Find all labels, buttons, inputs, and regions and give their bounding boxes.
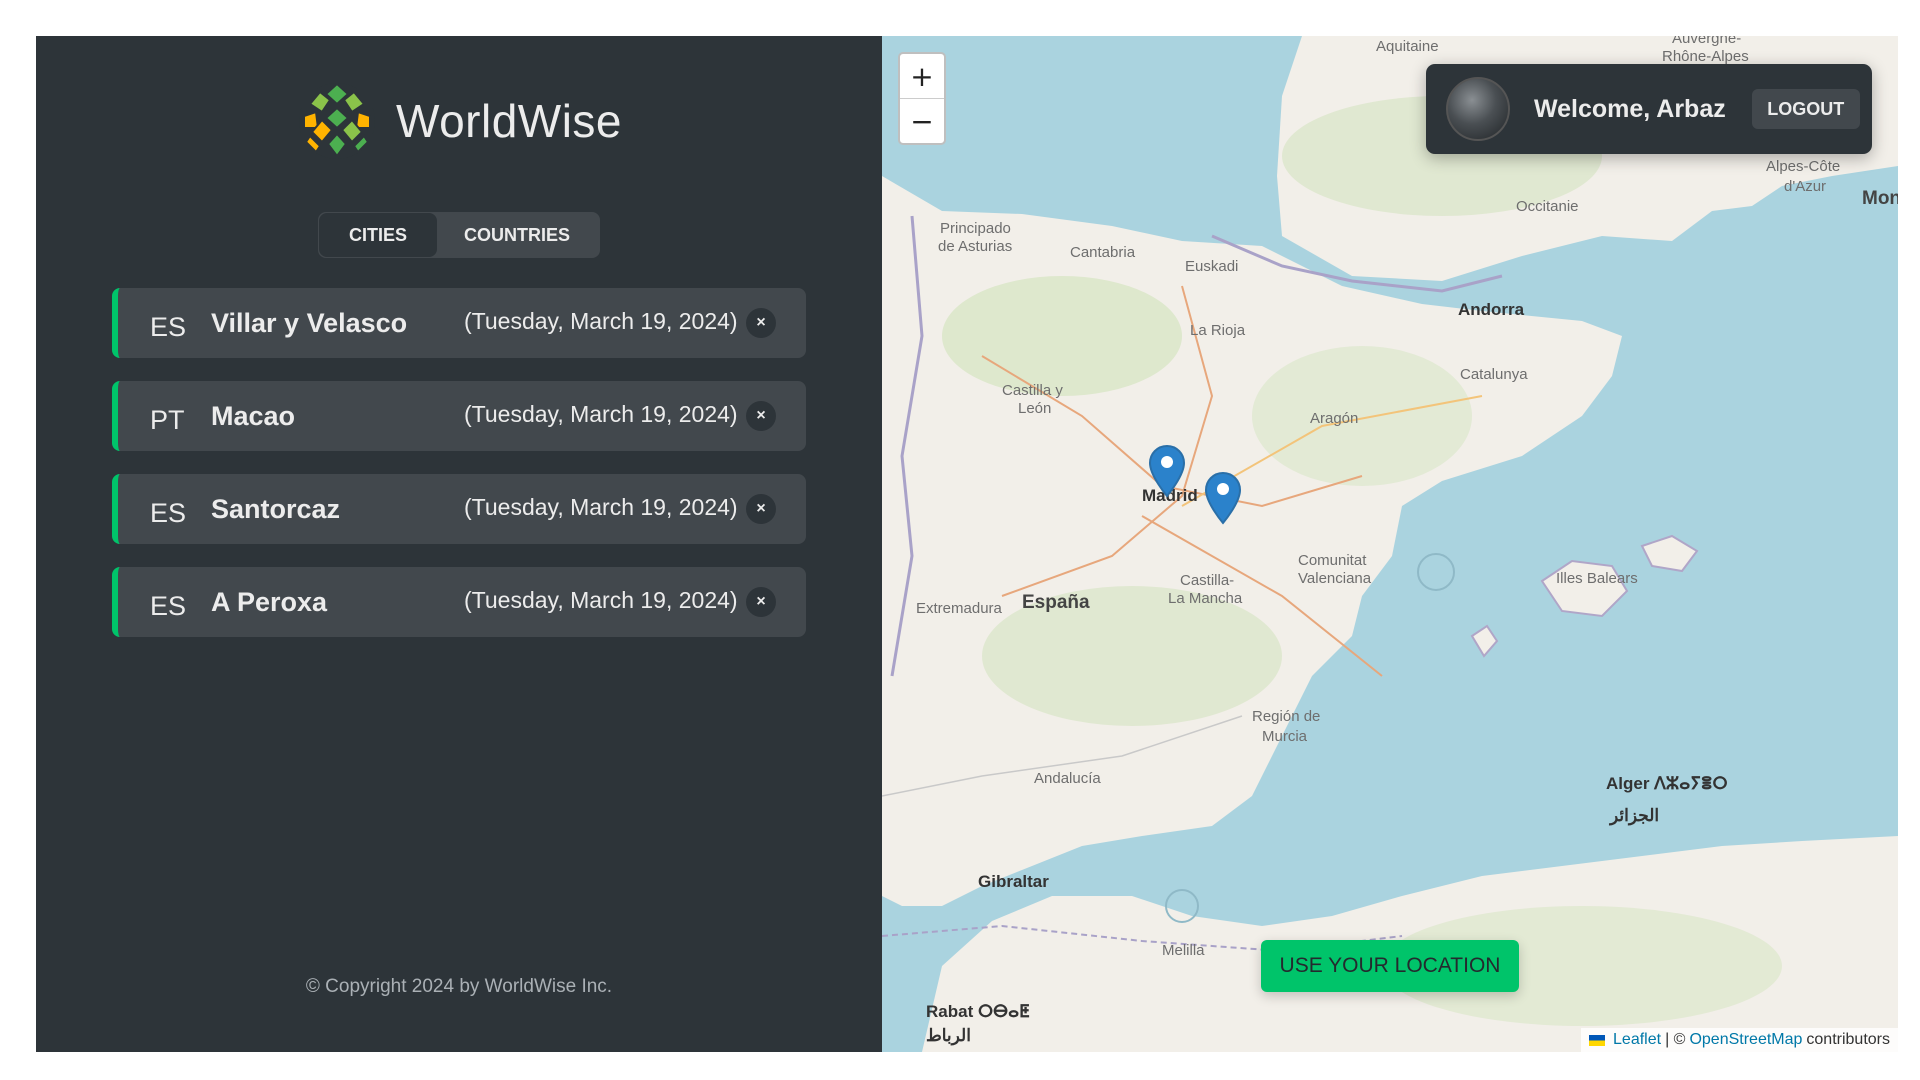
- map-label: Murcia: [1262, 728, 1308, 745]
- logout-button[interactable]: LOGOUT: [1751, 89, 1860, 129]
- map-label: Extremadura: [916, 600, 1002, 617]
- app-container: WorldWise CITIES COUNTRIES ES Villar y V…: [36, 36, 1898, 1052]
- map-label: La Rioja: [1190, 322, 1246, 339]
- delete-city-button[interactable]: ×: [746, 401, 776, 431]
- city-item[interactable]: ES Santorcaz (Tuesday, March 19, 2024) ×: [112, 474, 806, 544]
- map-label: d'Azur: [1784, 178, 1827, 195]
- map-label: La Mancha: [1168, 590, 1243, 607]
- map-label: Comunitat: [1298, 552, 1367, 569]
- map-label: León: [1018, 400, 1052, 417]
- map-label: Rabat ⵔⴱⴰⵟ: [926, 1002, 1030, 1021]
- map-marker-icon[interactable]: [1148, 444, 1186, 498]
- tab-countries[interactable]: COUNTRIES: [437, 213, 597, 257]
- map-attribution: Leaflet | © OpenStreetMap contributors: [1581, 1028, 1898, 1052]
- brand-name: WorldWise: [395, 95, 622, 147]
- map-label: Andorra: [1458, 300, 1525, 319]
- delete-city-button[interactable]: ×: [746, 494, 776, 524]
- zoom-control: + −: [898, 52, 946, 145]
- map-label: Andalucía: [1034, 770, 1101, 787]
- openstreetmap-link[interactable]: OpenStreetMap: [1689, 1031, 1802, 1049]
- city-name: Villar y Velasco: [211, 308, 408, 338]
- map-label: Aragón: [1310, 410, 1359, 427]
- map-label: Rhône-Alpes: [1662, 48, 1749, 65]
- attribution-contributors: contributors: [1806, 1031, 1890, 1048]
- map-label: Región de: [1252, 708, 1321, 725]
- tab-cities[interactable]: CITIES: [319, 213, 437, 257]
- city-name: Macao: [211, 401, 296, 431]
- map-label: Alger ⴷⵣⴰⵢⴻⵔ: [1606, 774, 1728, 793]
- map-label: España: [1022, 592, 1090, 613]
- map-label: Melilla: [1162, 942, 1205, 959]
- welcome-text: Welcome, Arbaz: [1534, 94, 1726, 123]
- delete-city-button[interactable]: ×: [746, 308, 776, 338]
- ukraine-flag-icon: [1589, 1034, 1606, 1046]
- country-code: ES: [150, 591, 187, 621]
- city-name: A Peroxa: [211, 587, 328, 617]
- use-location-button[interactable]: USE YOUR LOCATION: [1261, 940, 1519, 992]
- country-code: ES: [150, 498, 187, 528]
- map-label: Mon: [1862, 188, 1898, 209]
- city-item[interactable]: ES Villar y Velasco (Tuesday, March 19, …: [112, 288, 806, 358]
- city-item[interactable]: PT Macao (Tuesday, March 19, 2024) ×: [112, 381, 806, 451]
- map-label: Catalunya: [1460, 366, 1528, 383]
- city-list: ES Villar y Velasco (Tuesday, March 19, …: [112, 288, 806, 660]
- map-label: الجزائر: [1610, 806, 1660, 825]
- user-card: Welcome, Arbaz LOGOUT: [1426, 64, 1872, 154]
- map[interactable]: Aquitaine Auvergne- Rhône-Alpes Alpes-Cô…: [882, 36, 1898, 1052]
- zoom-out-button[interactable]: −: [900, 98, 944, 143]
- copyright: © Copyright 2024 by WorldWise Inc.: [305, 976, 613, 997]
- avatar: [1446, 77, 1510, 141]
- city-date: (Tuesday, March 19, 2024): [464, 587, 738, 613]
- map-label: Castilla y: [1002, 382, 1063, 399]
- map-label: Illes Balears: [1556, 570, 1638, 587]
- map-label: Auvergne-: [1672, 36, 1742, 47]
- logo[interactable]: WorldWise: [36, 80, 882, 162]
- map-label: Principado: [940, 220, 1011, 237]
- zoom-in-button[interactable]: +: [900, 54, 944, 98]
- map-label: Gibraltar: [978, 872, 1049, 891]
- tab-bar: CITIES COUNTRIES: [318, 212, 600, 258]
- map-label: الرباط: [926, 1026, 971, 1045]
- map-label: Alpes-Côte: [1766, 158, 1841, 175]
- delete-city-button[interactable]: ×: [746, 587, 776, 617]
- attribution-separator: | ©: [1665, 1031, 1686, 1048]
- worldwise-logo-icon: [298, 82, 375, 159]
- map-tiles[interactable]: [882, 36, 1898, 1052]
- country-code: PT: [150, 405, 185, 435]
- map-label: Aquitaine: [1376, 38, 1439, 55]
- city-date: (Tuesday, March 19, 2024): [464, 308, 738, 334]
- map-label: Valenciana: [1298, 570, 1372, 587]
- map-label: Castilla-: [1180, 572, 1235, 589]
- country-code: ES: [150, 312, 187, 342]
- map-label: Cantabria: [1070, 244, 1136, 261]
- sidebar: WorldWise CITIES COUNTRIES ES Villar y V…: [36, 36, 882, 1052]
- city-item[interactable]: ES A Peroxa (Tuesday, March 19, 2024) ×: [112, 567, 806, 637]
- map-label: de Asturias: [938, 238, 1013, 255]
- city-date: (Tuesday, March 19, 2024): [464, 401, 738, 427]
- map-label: Occitanie: [1516, 198, 1579, 215]
- city-date: (Tuesday, March 19, 2024): [464, 494, 738, 520]
- leaflet-link[interactable]: Leaflet: [1613, 1031, 1661, 1049]
- map-label: Euskadi: [1185, 258, 1239, 275]
- map-marker-icon[interactable]: [1204, 471, 1242, 525]
- city-name: Santorcaz: [211, 494, 341, 524]
